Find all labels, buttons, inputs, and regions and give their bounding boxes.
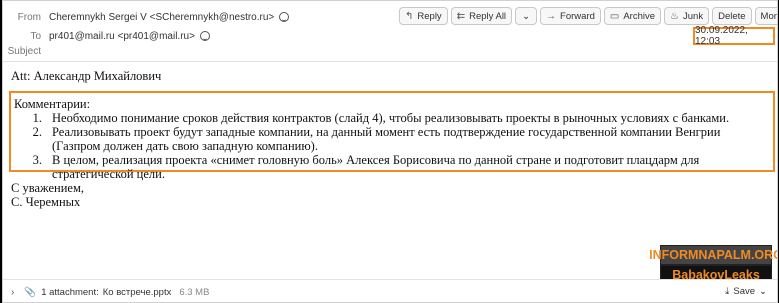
forward-icon: →	[546, 10, 557, 22]
more-label: More	[760, 10, 777, 22]
forward-button[interactable]: → Forward	[540, 7, 601, 25]
regards-text: С уважением,	[11, 181, 84, 195]
archive-icon: ▭	[609, 10, 620, 22]
list-item: 1. Необходимо понимание сроков действия …	[14, 111, 770, 125]
download-icon: ⤓	[725, 286, 730, 297]
reply-icon: ↰	[405, 10, 414, 22]
comments-box: Комментарии: 1. Необходимо понимание сро…	[9, 91, 775, 181]
chevron-down-icon: ⌄	[522, 10, 531, 22]
email-window: From Cheremnykh Sergei V <SCheremnykh@ne…	[2, 0, 778, 303]
from-row: From Cheremnykh Sergei V <SCheremnykh@ne…	[3, 8, 290, 26]
message-date: 30.09.2022, 12:03	[693, 25, 775, 47]
attachment-bar[interactable]: › 📎 1 attachment: Ко встрече.pptx 6.3 MB…	[3, 279, 777, 302]
reply-all-icon: ⇇	[456, 10, 466, 22]
message-toolbar: ↰ Reply ⇇ Reply All ⌄ → Forward ▭ Archiv…	[399, 7, 777, 25]
chevron-right-icon[interactable]: ›	[11, 287, 14, 298]
flame-icon: ♨	[670, 10, 679, 22]
reply-all-button[interactable]: ⇇ Reply All	[450, 7, 513, 25]
more-button[interactable]: More ⌄	[754, 7, 777, 25]
archive-button[interactable]: ▭ Archive	[603, 7, 662, 25]
delete-button[interactable]: Delete	[712, 7, 752, 25]
header-divider	[3, 61, 777, 62]
watermark-line1: INFORMNAPALM.ORG	[649, 245, 777, 265]
from-label: From	[17, 11, 41, 23]
subject-label: Subject	[7, 45, 41, 57]
save-label: Save	[733, 286, 756, 297]
list-item: 3. В целом, реализация проекта «снимет г…	[14, 153, 770, 181]
item-number: 2.	[32, 125, 42, 139]
to-value[interactable]: pr401@mail.ru <pr401@mail.ru>	[49, 31, 195, 42]
comments-list: 1. Необходимо понимание сроков действия …	[14, 111, 770, 181]
forward-label: Forward	[560, 10, 595, 22]
subject-row: Subject	[3, 42, 49, 60]
signature-block: С уважением, С. Черемных	[11, 181, 84, 209]
save-button[interactable]: ⤓ Save ⌄	[725, 286, 767, 297]
att-line: Att: Александр Михайлович	[11, 69, 162, 83]
email-header: From Cheremnykh Sergei V <SCheremnykh@ne…	[3, 1, 777, 61]
delete-label: Delete	[718, 10, 746, 22]
to-label: To	[30, 30, 41, 42]
comments-title: Комментарии:	[14, 97, 91, 111]
contact-icon[interactable]	[199, 31, 210, 41]
item-text: В целом, реализация проекта «снимет голо…	[52, 153, 700, 181]
paperclip-icon: 📎	[24, 286, 37, 298]
chevron-down-icon: ⌄	[759, 286, 767, 297]
attachment-name[interactable]: Ко встрече.pptx	[103, 287, 172, 298]
contact-icon[interactable]	[279, 12, 290, 22]
reply-label: Reply	[417, 10, 442, 22]
attachment-count: 1 attachment:	[41, 286, 99, 298]
reply-all-label: Reply All	[469, 10, 507, 22]
signature-name: С. Черемных	[11, 195, 81, 209]
junk-button[interactable]: ♨ Junk	[664, 7, 710, 25]
item-text: Необходимо понимание сроков действия кон…	[52, 111, 730, 125]
attachment-size: 6.3 MB	[179, 286, 210, 298]
junk-label: Junk	[683, 10, 704, 22]
item-number: 1.	[32, 111, 42, 125]
list-item: 2. Реализовывать проект будут западные к…	[14, 125, 770, 153]
item-number: 3.	[32, 153, 42, 167]
from-value[interactable]: Cheremnykh Sergei V <SCheremnykh@nestro.…	[49, 12, 274, 23]
archive-label: Archive	[623, 10, 656, 22]
reply-options-button[interactable]: ⌄	[515, 7, 538, 25]
reply-button[interactable]: ↰ Reply	[399, 7, 448, 25]
item-text: Реализовывать проект будут западные комп…	[52, 125, 721, 153]
